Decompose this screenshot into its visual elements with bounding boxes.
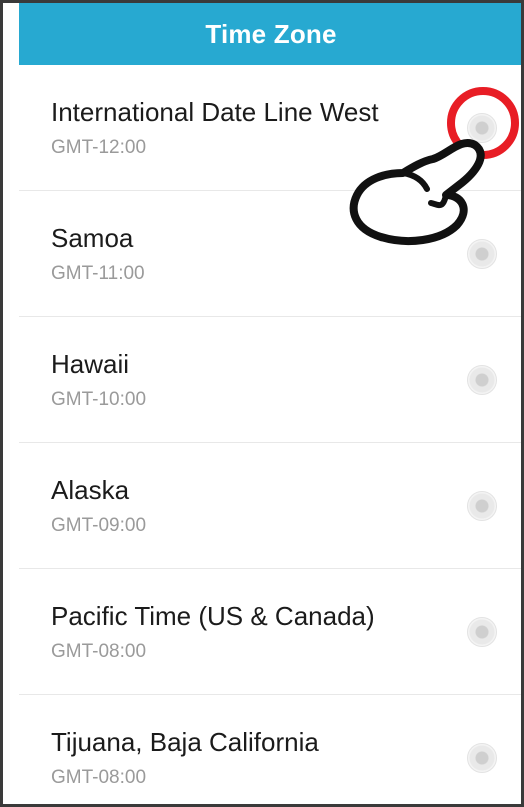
- radio-button[interactable]: [467, 491, 497, 521]
- page-title: Time Zone: [205, 18, 337, 49]
- time-zone-offset: GMT-08:00: [51, 767, 147, 788]
- time-zone-name: Hawaii: [51, 349, 130, 379]
- time-zone-row[interactable]: Tijuana, Baja California GMT-08:00: [19, 695, 521, 804]
- time-zone-name: Tijuana, Baja California: [51, 727, 319, 757]
- time-zone-row[interactable]: Pacific Time (US & Canada) GMT-08:00: [19, 569, 521, 695]
- radio-button[interactable]: [467, 743, 497, 773]
- time-zone-row[interactable]: Hawaii GMT-10:00: [19, 317, 521, 443]
- time-zone-name: International Date Line West: [51, 97, 379, 127]
- time-zone-name: Pacific Time (US & Canada): [51, 601, 375, 631]
- screen-frame: Time Zone International Date Line West G…: [0, 0, 524, 807]
- radio-button[interactable]: [467, 617, 497, 647]
- radio-button[interactable]: [467, 365, 497, 395]
- app-header: Time Zone: [19, 3, 521, 65]
- time-zone-row[interactable]: Alaska GMT-09:00: [19, 443, 521, 569]
- time-zone-offset: GMT-10:00: [51, 389, 147, 410]
- time-zone-offset: GMT-12:00: [51, 137, 147, 158]
- time-zone-offset: GMT-08:00: [51, 641, 147, 662]
- tap-hand-icon: [349, 139, 485, 245]
- time-zone-name: Alaska: [51, 475, 130, 505]
- time-zone-offset: GMT-09:00: [51, 515, 147, 536]
- time-zone-name: Samoa: [51, 223, 134, 253]
- time-zone-offset: GMT-11:00: [51, 263, 145, 284]
